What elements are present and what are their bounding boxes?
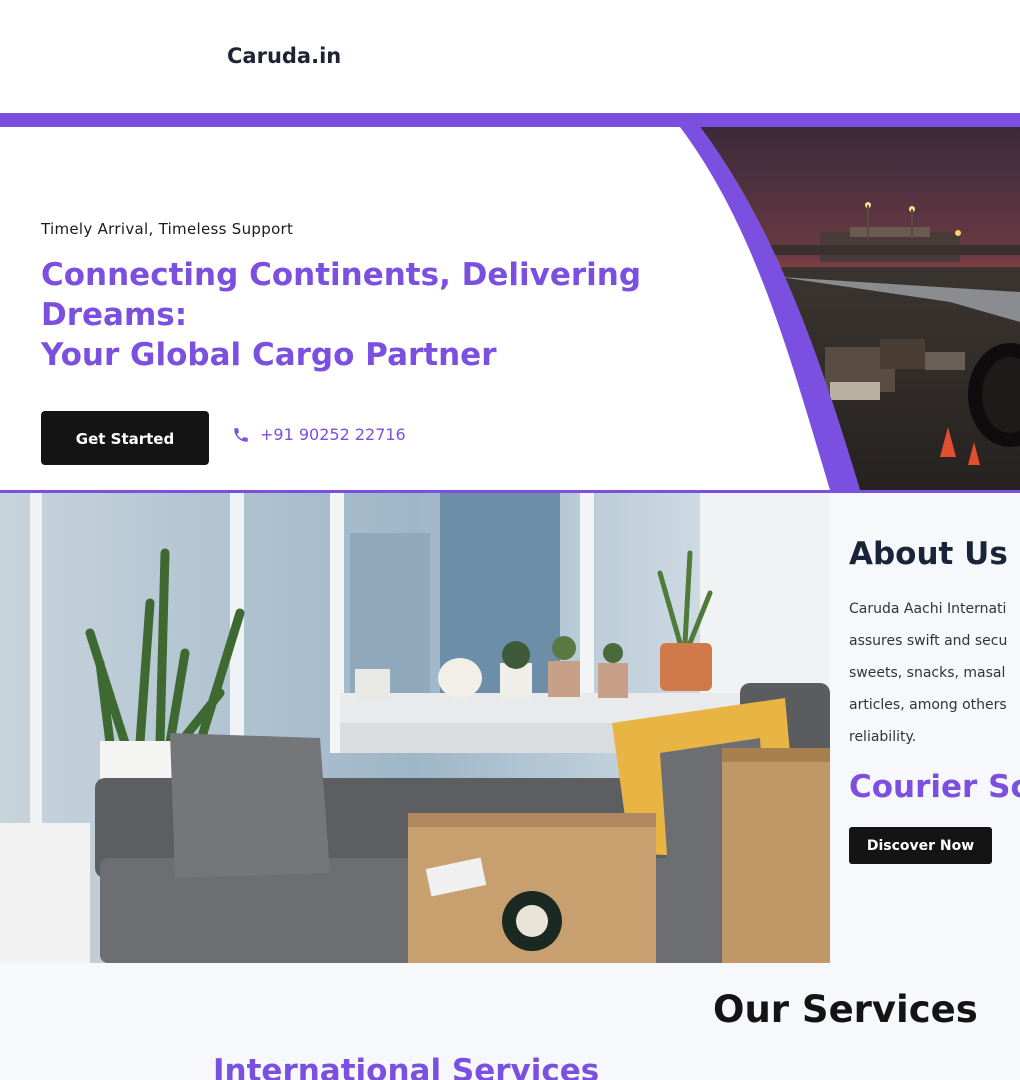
- hero-tagline: Timely Arrival, Timeless Support: [41, 220, 294, 238]
- services-title: Our Services: [713, 988, 978, 1031]
- discover-now-button[interactable]: Discover Now: [849, 827, 992, 864]
- phone-link[interactable]: +91 90252 22716: [232, 425, 406, 444]
- courier-heading: Courier Sc: [849, 769, 1020, 805]
- accent-bar: [0, 113, 1020, 127]
- site-header: Caruda.in: [0, 0, 1020, 113]
- international-services-heading: International Services: [213, 1053, 600, 1080]
- living-room-boxes-image: [0, 493, 830, 963]
- about-title: About Us: [849, 536, 1008, 572]
- about-description: Caruda Aachi Internati assures swift and…: [849, 593, 1020, 753]
- about-text-line: sweets, snacks, masal: [849, 665, 1006, 681]
- hero-headline-line-2: Dreams:: [41, 297, 188, 333]
- hero-headline-line-3: Your Global Cargo Partner: [41, 337, 497, 373]
- about-text-line: articles, among others: [849, 697, 1007, 713]
- services-section: Our Services International Services: [0, 963, 1020, 1080]
- phone-number: +91 90252 22716: [260, 425, 406, 444]
- phone-icon: [234, 427, 248, 442]
- hero-headline-line-1: Connecting Continents, Delivering: [41, 257, 642, 293]
- about-text-line: assures swift and secu: [849, 633, 1008, 649]
- hero-headline: Connecting Continents, Delivering Dreams…: [41, 255, 681, 375]
- about-section: About Us Caruda Aachi Internati assures …: [0, 493, 1020, 963]
- about-text-line: Caruda Aachi Internati: [849, 601, 1007, 617]
- about-text-line: reliability.: [849, 729, 917, 745]
- hero-section: Timely Arrival, Timeless Support Connect…: [0, 127, 1020, 490]
- site-logo[interactable]: Caruda.in: [227, 44, 341, 68]
- get-started-button[interactable]: Get Started: [41, 411, 209, 465]
